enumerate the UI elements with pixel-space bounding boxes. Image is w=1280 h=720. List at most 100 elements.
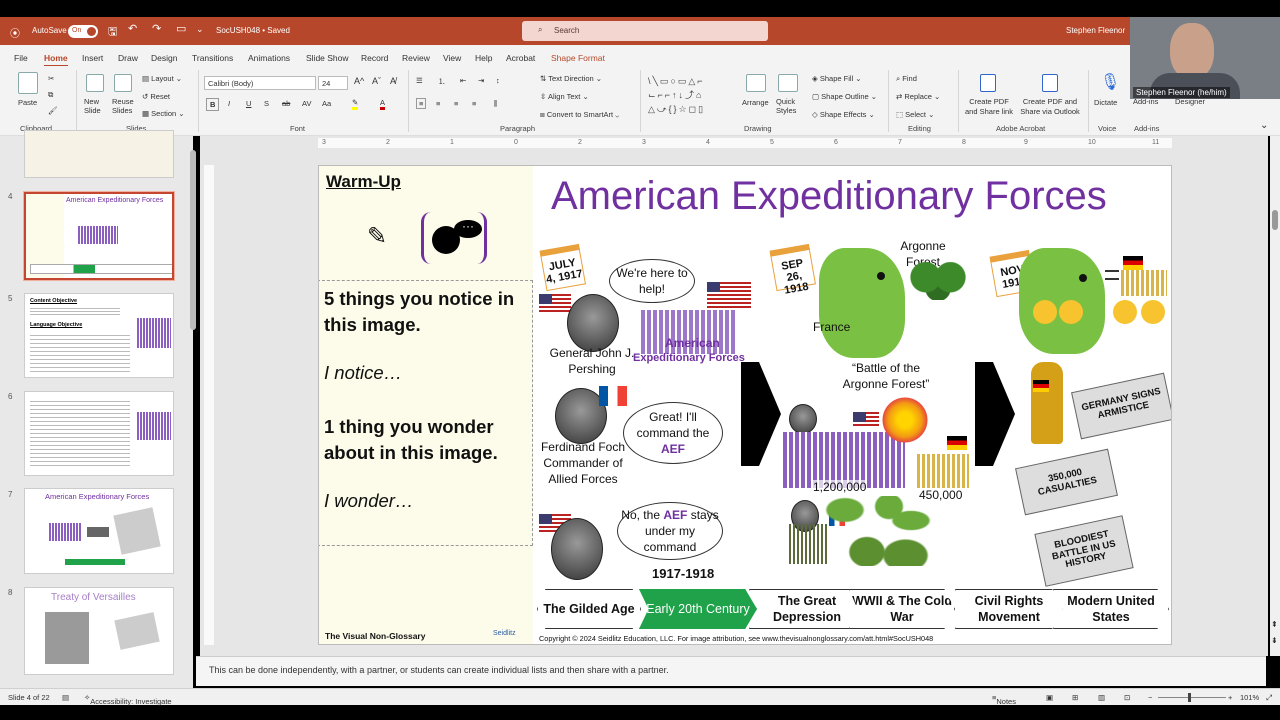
- find-button[interactable]: ⌕ Find: [896, 74, 917, 84]
- tab-slide-show[interactable]: Slide Show: [306, 53, 349, 63]
- speaker-notes[interactable]: This can be done independently, with a p…: [196, 656, 1266, 686]
- shape-outline-button[interactable]: ▢ Shape Outline ⌄: [812, 92, 877, 101]
- reuse-slides-icon[interactable]: [114, 74, 132, 92]
- shape-effects-button[interactable]: ◇ Shape Effects ⌄: [812, 110, 875, 119]
- numbering-icon[interactable]: ⒈: [438, 76, 446, 87]
- pdf-outlook-icon[interactable]: [1042, 74, 1058, 92]
- cut-icon[interactable]: ✂: [48, 74, 54, 83]
- increase-font-icon[interactable]: A^: [354, 76, 364, 86]
- bullets-icon[interactable]: ☰: [416, 76, 423, 85]
- char-spacing-icon[interactable]: AV: [302, 99, 311, 108]
- shapes-gallery[interactable]: \╲▭○▭△⌐ ⌙⌐⌐↑↓⤴⌂ △⤻{}☆◻▯: [648, 74, 736, 116]
- reading-view-icon[interactable]: ▥: [1098, 693, 1105, 702]
- section-button[interactable]: ▦ Section ⌄: [142, 109, 185, 118]
- columns-icon[interactable]: ⫼: [494, 99, 497, 109]
- replace-button[interactable]: ⇄ Replace ⌄: [896, 92, 940, 101]
- strikethrough-button[interactable]: ab: [282, 99, 290, 108]
- bold-button[interactable]: B: [206, 98, 220, 111]
- fit-slide-icon[interactable]: ⤢: [1266, 693, 1272, 703]
- tab-review[interactable]: Review: [402, 53, 430, 63]
- align-center-icon[interactable]: ≡: [436, 99, 440, 108]
- align-text-button[interactable]: ⇳ Align Text ⌄: [540, 92, 589, 101]
- align-left-icon[interactable]: ≡: [416, 98, 427, 109]
- underline-button[interactable]: U: [246, 99, 251, 108]
- copy-icon[interactable]: ⧉: [48, 90, 53, 100]
- decrease-font-icon[interactable]: Aˇ: [372, 76, 381, 86]
- quick-styles-button[interactable]: Quick Styles: [776, 97, 804, 115]
- layout-button[interactable]: ▤ Layout ⌄: [142, 74, 182, 83]
- font-color-icon[interactable]: A: [380, 98, 386, 110]
- search-input[interactable]: ⌕ Search: [522, 21, 768, 41]
- change-case-icon[interactable]: Aa: [322, 99, 331, 108]
- autosave-toggle[interactable]: On: [68, 25, 98, 38]
- start-slideshow-icon[interactable]: ▭: [176, 22, 186, 35]
- format-painter-icon[interactable]: 🖌: [48, 106, 58, 115]
- normal-view-icon[interactable]: ▣: [1046, 693, 1053, 702]
- tab-transitions[interactable]: Transitions: [192, 53, 233, 63]
- thumbnail-slide-6[interactable]: [24, 391, 174, 476]
- tab-record[interactable]: Record: [361, 53, 388, 63]
- thumbnail-slide-8[interactable]: Treaty of Versailles: [24, 587, 174, 675]
- notes-button[interactable]: ≡ Notes: [992, 693, 1016, 706]
- arrange-icon[interactable]: [746, 74, 766, 92]
- paste-button[interactable]: Paste: [18, 98, 37, 107]
- text-direction-button[interactable]: ⇅ Text Direction ⌄: [540, 74, 602, 83]
- save-icon[interactable]: 🖫: [108, 23, 117, 42]
- new-slide-icon[interactable]: [86, 74, 104, 92]
- tab-draw[interactable]: Draw: [118, 53, 138, 63]
- decrease-indent-icon[interactable]: ⇤: [460, 76, 466, 85]
- font-name-select[interactable]: Calibri (Body): [204, 76, 316, 90]
- next-slide-icon[interactable]: ⇟: [1271, 636, 1278, 645]
- italic-button[interactable]: I: [228, 99, 230, 108]
- microphone-icon[interactable]: 🎙: [1100, 72, 1120, 92]
- tab-view[interactable]: View: [443, 53, 461, 63]
- scroll-thumb[interactable]: [1272, 210, 1278, 230]
- line-spacing-icon[interactable]: ↕: [496, 76, 500, 85]
- tab-design[interactable]: Design: [151, 53, 177, 63]
- spelling-icon[interactable]: ▤: [62, 693, 69, 702]
- thumbnail-slide-7[interactable]: American Expeditionary Forces: [24, 488, 174, 574]
- increase-indent-icon[interactable]: ⇥: [478, 76, 484, 85]
- user-name[interactable]: Stephen Fleenor: [1066, 26, 1125, 35]
- tab-home[interactable]: Home: [44, 53, 68, 67]
- shadow-button[interactable]: S: [264, 99, 269, 108]
- create-pdf-link-button[interactable]: Create PDF and Share link: [962, 97, 1016, 117]
- thumbnail-slide-3[interactable]: [24, 130, 174, 178]
- thumbnail-slide-5[interactable]: Content Objective Language Objective: [24, 293, 174, 378]
- quick-styles-icon[interactable]: [778, 74, 798, 92]
- pdf-link-icon[interactable]: [980, 74, 996, 92]
- prev-slide-icon[interactable]: ⇞: [1271, 620, 1278, 629]
- accessibility-button[interactable]: ✧ Accessibility: Investigate: [84, 693, 172, 706]
- tab-shape-format[interactable]: Shape Format: [551, 53, 605, 63]
- redo-icon[interactable]: ↷: [152, 22, 161, 35]
- tab-help[interactable]: Help: [475, 53, 492, 63]
- current-slide[interactable]: Warm-Up ✎ ··· 5 things you notice in thi…: [318, 165, 1172, 645]
- zoom-out-icon[interactable]: −: [1148, 693, 1152, 702]
- reuse-slides-button[interactable]: Reuse Slides: [112, 97, 138, 115]
- select-button[interactable]: ⬚ Select ⌄: [896, 110, 934, 119]
- zoom-slider[interactable]: [1158, 693, 1226, 702]
- thumbnail-scrollbar[interactable]: [190, 150, 196, 330]
- align-right-icon[interactable]: ≡: [454, 99, 458, 108]
- undo-icon[interactable]: ↶: [128, 22, 137, 35]
- customize-toolbar-icon[interactable]: ⌄: [196, 24, 204, 35]
- zoom-level[interactable]: 101%: [1240, 693, 1259, 702]
- vertical-scrollbar[interactable]: ⇞ ⇟: [1270, 136, 1280, 656]
- collapse-ribbon-icon[interactable]: ⌄: [1260, 120, 1268, 131]
- paste-icon[interactable]: [18, 72, 38, 94]
- reset-button[interactable]: ↺ Reset: [142, 92, 170, 101]
- arrange-button[interactable]: Arrange: [742, 98, 769, 107]
- dictate-button[interactable]: Dictate: [1094, 98, 1117, 107]
- shape-fill-button[interactable]: ◈ Shape Fill ⌄: [812, 74, 862, 83]
- tab-file[interactable]: File: [14, 53, 28, 63]
- file-name[interactable]: SocUSH048 • Saved: [216, 26, 290, 35]
- zoom-in-icon[interactable]: +: [1228, 693, 1232, 702]
- convert-smartart-button[interactable]: ⧈ Convert to SmartArt ⌄: [540, 110, 619, 120]
- clear-format-icon[interactable]: A̸: [390, 76, 396, 86]
- tab-insert[interactable]: Insert: [82, 53, 103, 63]
- create-pdf-outlook-button[interactable]: Create PDF and Share via Outlook: [1018, 97, 1082, 117]
- font-size-select[interactable]: 24: [318, 76, 348, 90]
- slide-sorter-icon[interactable]: ⊞: [1072, 693, 1078, 702]
- slideshow-view-icon[interactable]: ⊡: [1124, 693, 1130, 702]
- new-slide-button[interactable]: New Slide: [84, 97, 110, 115]
